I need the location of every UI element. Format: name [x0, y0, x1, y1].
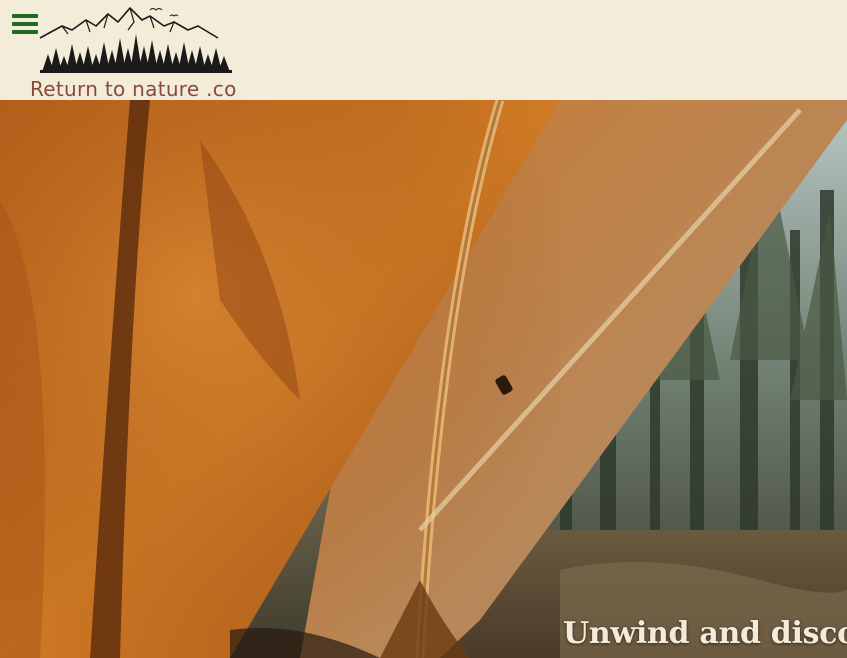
hero-title: Unwind and discon: [563, 616, 847, 651]
mountains-forest-logo: [39, 7, 232, 73]
hero-banner: Unwind and discon: [0, 100, 847, 658]
logo-text: Return to nature .co: [30, 77, 237, 101]
site-logo[interactable]: Return to nature .co: [30, 4, 242, 101]
hero-image-tent-forest: [0, 100, 847, 658]
site-header: Return to nature .co: [0, 0, 847, 101]
